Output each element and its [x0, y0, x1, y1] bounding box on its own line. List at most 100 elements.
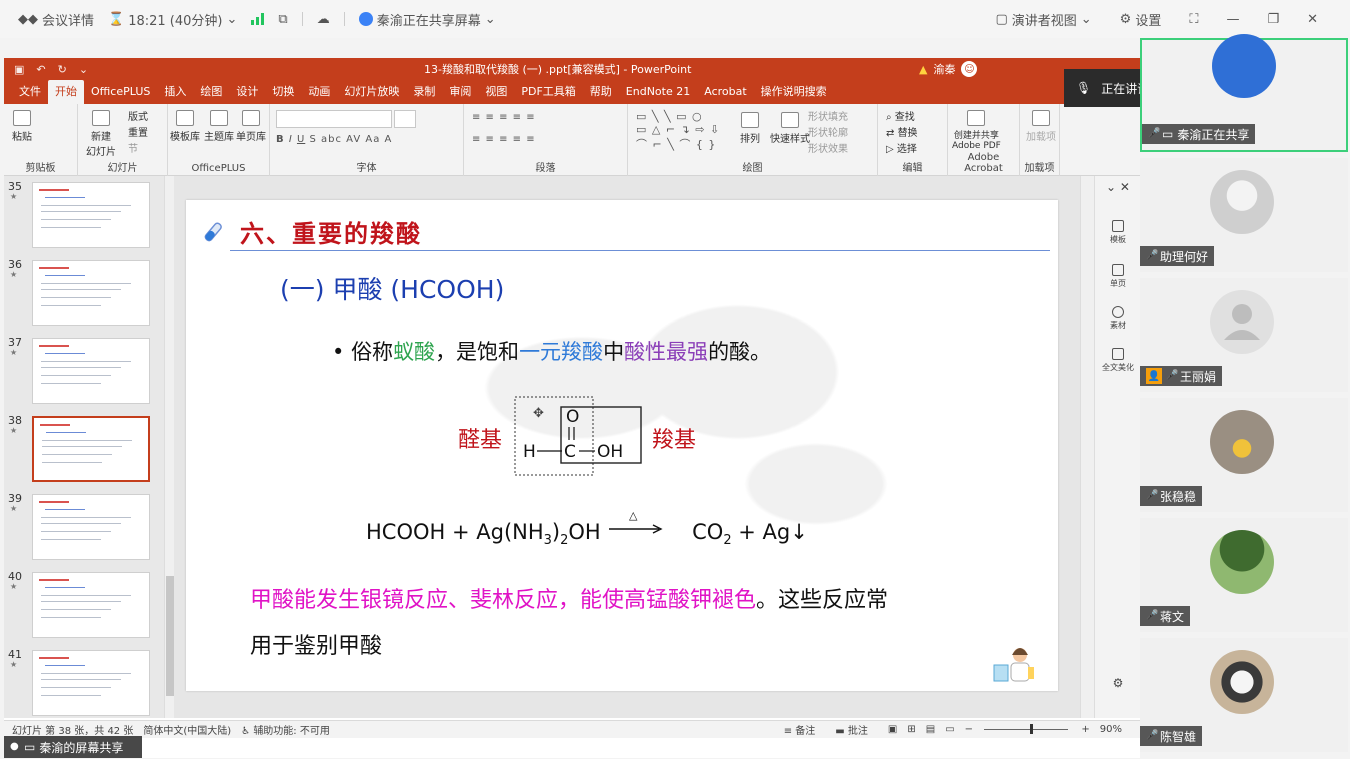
align-buttons[interactable]: ≡ ≡ ≡ ≡ ≡	[472, 134, 536, 145]
ppt-tab[interactable]: EndNote 21	[619, 80, 697, 104]
thumbnail-preview	[32, 338, 150, 404]
ppt-tab[interactable]: 操作说明搜索	[754, 80, 834, 104]
undo-icon[interactable]: ↶	[36, 63, 45, 76]
participant-tile[interactable]: 🎤 蒋文	[1140, 518, 1348, 632]
theme-library-button[interactable]: 主题库	[204, 110, 234, 143]
collapse-panel-button[interactable]: ⌄ ✕	[1095, 180, 1141, 194]
slide-thumbnail[interactable]: 40 ★	[8, 570, 164, 642]
scroll-thumb[interactable]	[166, 576, 174, 696]
layout-button[interactable]: 版式	[128, 108, 148, 123]
material-tool-button[interactable]: 素材	[1095, 306, 1141, 331]
formic-acid-structure[interactable]: O H C OH ✥	[513, 395, 653, 477]
template-tool-button[interactable]: 模板	[1095, 220, 1141, 245]
single-page-tool-button[interactable]: 单页	[1095, 264, 1141, 289]
thumbnail-preview	[32, 416, 150, 482]
shape-outline-button[interactable]: 形状轮廓	[808, 124, 848, 139]
ppt-tab[interactable]: Acrobat	[697, 80, 753, 104]
fullscreen-button[interactable]: ⛶	[1189, 12, 1198, 27]
font-format-row[interactable]: B I U S abc AV Aa A	[276, 134, 392, 145]
replace-button[interactable]: ⇄ 替换	[886, 124, 918, 139]
close-button[interactable]: ✕	[1307, 12, 1318, 27]
normal-view-button[interactable]: ▣	[888, 724, 897, 735]
shape-fill-button[interactable]: 形状填充	[808, 108, 848, 123]
microphone-icon: 🎤	[1146, 610, 1159, 621]
quick-styles-button[interactable]: 快速样式	[770, 112, 810, 145]
shape-effects-button[interactable]: 形状效果	[808, 140, 848, 155]
language-indicator[interactable]: 简体中文(中国大陆)	[143, 722, 231, 737]
maximize-button[interactable]: ❐	[1267, 12, 1279, 27]
reading-view-button[interactable]: ▤	[926, 724, 935, 735]
ppt-account[interactable]: ▲ 渝秦 ☺	[919, 61, 978, 77]
thumbnail-scrollbar[interactable]	[164, 176, 174, 718]
thumbnail-preview	[32, 572, 150, 638]
notes-button[interactable]: ≡ 备注	[784, 722, 826, 737]
ppt-tab[interactable]: 录制	[406, 80, 442, 104]
list-buttons[interactable]: ≡ ≡ ≡ ≡ ≡	[472, 112, 536, 123]
paste-button[interactable]: 粘贴	[12, 110, 32, 143]
save-icon[interactable]: ▣	[14, 63, 24, 76]
current-slide[interactable]: 六、重要的羧酸 (一) 甲酸 (HCOOH) • 俗称蚁酸，是饱和一元羧酸中酸性…	[186, 200, 1058, 691]
comments-button[interactable]: ▬ 批注	[835, 722, 878, 737]
slide-thumbnail[interactable]: 38 ★	[8, 414, 164, 486]
cloud-record-button[interactable]: ☁	[317, 12, 330, 27]
ppt-tab[interactable]: 文件	[12, 80, 48, 104]
customize-icon[interactable]: ⌄	[79, 63, 88, 76]
create-pdf-button[interactable]: 创建并共享 Adobe PDF	[952, 110, 1001, 151]
shapes-gallery[interactable]: ▭ ╲ ╲ ▭ ○ ▭ △ ⌐ ↴ ⇨ ⇩ ⌒ ⌐ ╲ ⌒ { }	[636, 110, 720, 152]
ppt-tab[interactable]: 开始	[48, 80, 84, 104]
slide-thumbnail[interactable]: 35 ★	[8, 180, 164, 252]
slide-thumbnail-pane: 35 ★ 36 ★ 37 ★ 38 ★ 39 ★ 40 ★ 41 ★	[4, 176, 174, 718]
slide-thumbnail[interactable]: 37 ★	[8, 336, 164, 408]
microphone-icon: ●	[10, 741, 19, 752]
ppt-tab[interactable]: 插入	[157, 80, 193, 104]
slide-scrollbar[interactable]	[1080, 176, 1094, 718]
ppt-tab[interactable]: 帮助	[583, 80, 619, 104]
ppt-tab[interactable]: PDF工具箱	[514, 80, 582, 104]
ppt-tab[interactable]: 动画	[301, 80, 337, 104]
ppt-tab[interactable]: 审阅	[442, 80, 478, 104]
ppt-tab[interactable]: OfficePLUS	[84, 80, 157, 104]
presenter-view-dropdown[interactable]: ▢ 演讲者视图 ⌄	[995, 10, 1091, 29]
font-size-select[interactable]	[394, 110, 416, 128]
participant-tile[interactable]: 🎤 陈智雄	[1140, 638, 1348, 752]
template-library-button[interactable]: 模板库	[170, 110, 200, 143]
find-button[interactable]: ⌕ 查找	[886, 108, 915, 123]
redo-icon[interactable]: ↻	[58, 63, 67, 76]
font-name-select[interactable]	[276, 110, 392, 128]
beautify-tool-button[interactable]: 全文美化	[1095, 348, 1141, 373]
addins-button[interactable]: 加载项	[1026, 110, 1056, 143]
accessibility-status[interactable]: ♿ 辅助功能: 不可用	[241, 722, 340, 737]
panel-settings-button[interactable]: ⚙	[1095, 676, 1141, 690]
minimize-button[interactable]: —	[1226, 12, 1239, 27]
network-signal-button[interactable]	[251, 13, 265, 25]
settings-button[interactable]: ⚙ 设置	[1120, 10, 1162, 29]
ppt-tab[interactable]: 切换	[265, 80, 301, 104]
participant-tile[interactable]: 👤 🎤 王丽娟	[1140, 278, 1348, 392]
meeting-details-button[interactable]: ◆◆ 会议详情	[18, 10, 94, 29]
meeting-timer[interactable]: ⌛ 18:21 (40分钟) ⌄	[108, 10, 237, 29]
participant-name-tag: 🎤 蒋文	[1140, 606, 1191, 626]
select-button[interactable]: ▷ 选择	[886, 140, 917, 155]
new-slide-icon	[92, 110, 110, 126]
section-button[interactable]: 节	[128, 140, 138, 155]
slide-sorter-button[interactable]: ⊞	[907, 724, 915, 735]
arrange-button[interactable]: 排列	[740, 112, 760, 145]
zoom-level[interactable]: 90%	[1100, 724, 1122, 735]
slide-thumbnail[interactable]: 41 ★	[8, 648, 164, 718]
participant-tile[interactable]: 🎤 助理何好	[1140, 158, 1348, 272]
share-window-button[interactable]: ⧉	[278, 12, 287, 27]
slideshow-button[interactable]: ▭	[945, 724, 954, 735]
ppt-tab[interactable]: 设计	[229, 80, 265, 104]
participant-tile[interactable]: 🎤 张稳稳	[1140, 398, 1348, 512]
ppt-tab[interactable]: 视图	[478, 80, 514, 104]
page-library-button[interactable]: 单页库	[236, 110, 266, 143]
slide-thumbnail[interactable]: 36 ★	[8, 258, 164, 330]
participant-tile[interactable]: 🎤 ▭ 秦渝正在共享	[1140, 34, 1348, 152]
reset-button[interactable]: 重置	[128, 124, 148, 139]
zoom-slider[interactable]: − +	[965, 723, 1090, 735]
new-slide-button[interactable]: 新建 幻灯片	[86, 110, 116, 158]
ppt-tab[interactable]: 绘图	[193, 80, 229, 104]
ppt-tab[interactable]: 幻灯片放映	[337, 80, 406, 104]
sharing-status-dropdown[interactable]: 秦渝正在共享屏幕 ⌄	[358, 10, 496, 29]
slide-thumbnail[interactable]: 39 ★	[8, 492, 164, 564]
